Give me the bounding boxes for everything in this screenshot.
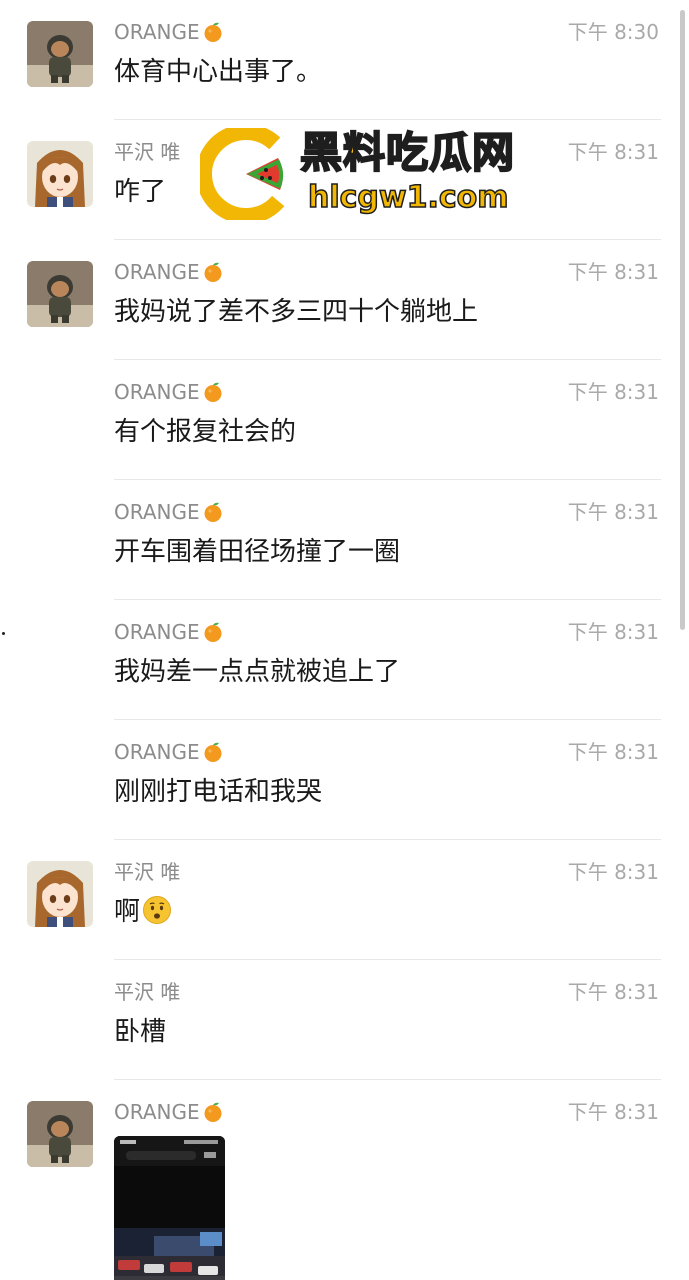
watermark-title: 黑料吃瓜网 bbox=[299, 127, 516, 178]
orange-emoji-icon bbox=[204, 382, 222, 402]
scrollbar[interactable] bbox=[680, 10, 685, 630]
message-item[interactable]: 平沢 唯 下午 8:31 啊 bbox=[0, 840, 689, 960]
avatar-orange[interactable] bbox=[27, 21, 93, 87]
message-time: 下午 8:31 bbox=[567, 260, 659, 284]
sender-name: ORANGE bbox=[114, 739, 224, 765]
message-item[interactable]: ORANGE 下午 8:30 体育中心出事了。 bbox=[0, 0, 689, 120]
chat-history-page: ORANGE 下午 8:30 体育中心出事了。 平沢 唯 下午 8:31 咋了 … bbox=[0, 0, 689, 1280]
watermark-overlay: 黑料吃瓜网 hlcgw1.com bbox=[200, 127, 545, 220]
edge-dot bbox=[2, 632, 5, 635]
message-item[interactable]: ORANGE 下午 8:31 我妈说了差不多三四十个躺地上 bbox=[0, 240, 689, 360]
worried-face-emoji-icon bbox=[143, 896, 172, 924]
sender-name: 平沢 唯 bbox=[114, 140, 181, 164]
message-item[interactable]: ORANGE 下午 8:31 刚刚打电话和我哭 bbox=[0, 720, 689, 840]
message-text[interactable]: 刚刚打电话和我哭 bbox=[114, 774, 322, 810]
sender-name: ORANGE bbox=[114, 379, 224, 405]
message-item[interactable]: ORANGE 下午 8:31 bbox=[0, 1080, 689, 1280]
orange-emoji-icon bbox=[204, 502, 222, 522]
sender-name: ORANGE bbox=[114, 619, 224, 645]
sender-name: ORANGE bbox=[114, 1099, 224, 1125]
message-text[interactable]: 咋了 bbox=[114, 174, 166, 210]
message-time: 下午 8:31 bbox=[567, 740, 659, 764]
orange-emoji-icon bbox=[204, 742, 222, 762]
message-text[interactable]: 体育中心出事了。 bbox=[114, 54, 322, 90]
watermark-url: hlcgw1.com bbox=[307, 179, 509, 216]
message-text[interactable]: 啊 bbox=[114, 894, 172, 930]
watermark-logo-icon bbox=[200, 128, 292, 220]
sender-name: 平沢 唯 bbox=[114, 980, 181, 1004]
message-time: 下午 8:31 bbox=[567, 860, 659, 884]
message-time: 下午 8:31 bbox=[567, 980, 659, 1004]
message-item[interactable]: ORANGE 下午 8:31 有个报复社会的 bbox=[0, 360, 689, 480]
message-text[interactable]: 开车围着田径场撞了一圈 bbox=[114, 534, 400, 570]
orange-emoji-icon bbox=[204, 1102, 222, 1122]
orange-emoji-icon bbox=[204, 22, 222, 42]
message-text[interactable]: 有个报复社会的 bbox=[114, 414, 296, 450]
message-text[interactable]: 我妈说了差不多三四十个躺地上 bbox=[114, 294, 478, 330]
sender-name: ORANGE bbox=[114, 19, 224, 45]
message-item[interactable]: 平沢 唯 下午 8:31 卧槽 bbox=[0, 960, 689, 1080]
avatar-orange[interactable] bbox=[27, 1101, 93, 1167]
message-time: 下午 8:30 bbox=[567, 20, 659, 44]
sender-name: ORANGE bbox=[114, 259, 224, 285]
message-time: 下午 8:31 bbox=[567, 380, 659, 404]
message-item[interactable]: ORANGE 下午 8:31 开车围着田径场撞了一圈 bbox=[0, 480, 689, 600]
message-time: 下午 8:31 bbox=[567, 1100, 659, 1124]
sender-name: ORANGE bbox=[114, 499, 224, 525]
avatar-orange[interactable] bbox=[27, 261, 93, 327]
message-text[interactable]: 我妈差一点点就被追上了 bbox=[114, 654, 400, 690]
image-attachment-thumbnail[interactable] bbox=[114, 1136, 225, 1280]
message-time: 下午 8:31 bbox=[567, 500, 659, 524]
message-item[interactable]: ORANGE 下午 8:31 我妈差一点点就被追上了 bbox=[0, 600, 689, 720]
avatar-yui[interactable] bbox=[27, 861, 93, 927]
message-text[interactable]: 卧槽 bbox=[114, 1014, 166, 1050]
sender-name: 平沢 唯 bbox=[114, 860, 181, 884]
message-time: 下午 8:31 bbox=[567, 140, 659, 164]
message-time: 下午 8:31 bbox=[567, 620, 659, 644]
orange-emoji-icon bbox=[204, 262, 222, 282]
avatar-yui[interactable] bbox=[27, 141, 93, 207]
orange-emoji-icon bbox=[204, 622, 222, 642]
